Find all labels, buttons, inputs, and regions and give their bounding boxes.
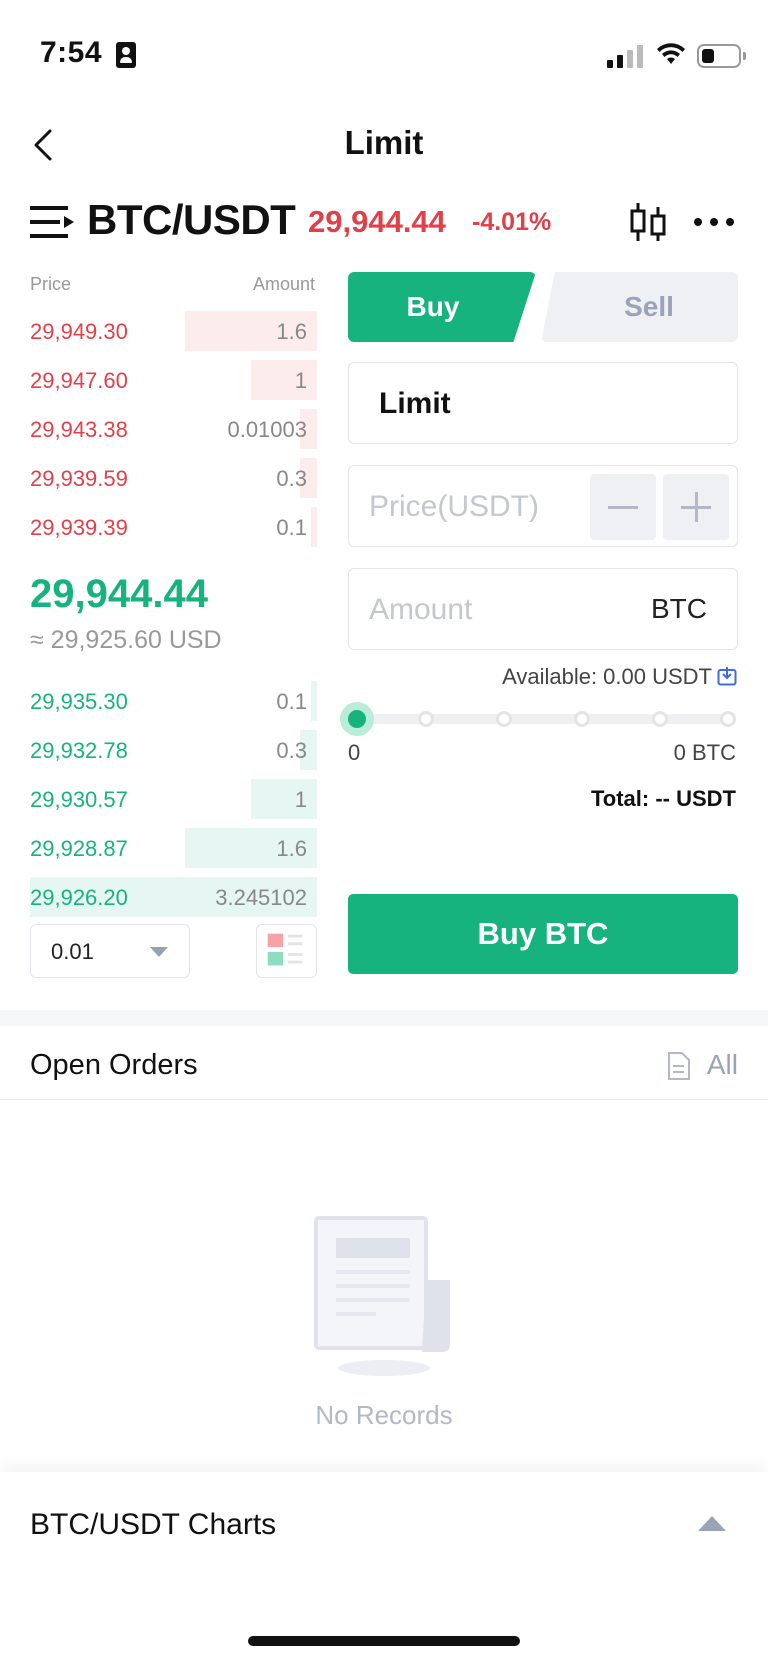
pair-change: -4.01% <box>472 208 552 236</box>
precision-value: 0.01 <box>51 939 94 964</box>
status-time: 7:54 <box>40 36 103 69</box>
charts-panel[interactable] <box>0 1472 768 1663</box>
slider-min-label: 0 <box>348 740 361 765</box>
buy-btc-button[interactable]: Buy BTC <box>348 894 738 974</box>
row-price: 29,930.57 <box>30 787 128 812</box>
price-decrement-button[interactable] <box>590 474 656 540</box>
row-price: 29,932.78 <box>30 738 128 763</box>
row-amount: 1 <box>294 787 307 812</box>
orderbook-amount-header: Amount <box>252 274 315 294</box>
pair-name[interactable]: BTC/USDT <box>87 196 296 244</box>
all-orders-link[interactable]: All <box>707 1049 738 1081</box>
slider-step-75[interactable] <box>574 711 590 727</box>
row-price: 29,949.30 <box>30 319 128 344</box>
slider-step-90[interactable] <box>652 711 668 727</box>
row-price: 29,939.59 <box>30 466 128 491</box>
row-amount: 0.1 <box>276 515 307 540</box>
row-price: 29,935.30 <box>30 689 128 714</box>
tab-sell-label[interactable]: Sell <box>560 272 738 342</box>
row-amount: 0.1 <box>276 689 307 714</box>
menu-icon[interactable] <box>30 204 76 240</box>
price-placeholder: Price(USDT) <box>369 490 539 523</box>
ask-row[interactable]: 29,939.59 0.3 <box>30 458 317 498</box>
ask-row[interactable]: 29,947.60 1 <box>30 360 317 400</box>
amount-field[interactable]: Amount BTC <box>348 568 738 650</box>
empty-state-text: No Records <box>315 1400 453 1430</box>
signal-icon <box>607 44 643 68</box>
row-price: 29,926.20 <box>30 885 128 910</box>
tab-buy-label[interactable]: Buy <box>348 272 518 342</box>
empty-records-illustration <box>314 1216 450 1376</box>
bid-row[interactable]: 29,932.78 0.3 <box>30 730 317 770</box>
candlestick-icon[interactable] <box>629 201 667 243</box>
ask-row[interactable]: 29,949.30 1.6 <box>30 311 317 351</box>
row-price: 29,947.60 <box>30 368 128 393</box>
slider-thumb[interactable] <box>348 710 366 728</box>
orderbook-price-header: Price <box>30 274 72 294</box>
depth-bar <box>251 779 317 819</box>
row-amount: 1.6 <box>276 836 307 861</box>
row-amount: 3.245102 <box>215 885 307 910</box>
bid-row[interactable]: 29,928.87 1.6 <box>30 828 317 868</box>
slider-max-label: 0 BTC <box>673 740 736 765</box>
amount-placeholder: Amount <box>369 593 473 626</box>
battery-icon <box>697 44 741 68</box>
document-icon[interactable] <box>667 1051 691 1081</box>
depth-bar <box>311 507 317 547</box>
pair-price: 29,944.44 <box>308 204 446 239</box>
row-price: 29,928.87 <box>30 836 128 861</box>
row-amount: 1 <box>294 368 307 393</box>
orderbook-layout-button[interactable] <box>256 924 317 978</box>
slider-step-100[interactable] <box>720 711 736 727</box>
slider-step-25[interactable] <box>418 711 434 727</box>
price-increment-button[interactable] <box>663 474 729 540</box>
status-bar: 7:54 <box>0 0 768 100</box>
home-indicator <box>248 1636 520 1646</box>
row-price: 29,939.39 <box>30 515 128 540</box>
charts-panel-label[interactable]: BTC/USDT Charts <box>30 1508 276 1542</box>
page-title: Limit <box>344 124 424 161</box>
order-type-value: Limit <box>379 387 451 420</box>
row-amount: 0.01003 <box>227 417 307 442</box>
order-type-select[interactable]: Limit <box>348 362 738 444</box>
open-orders-title: Open Orders <box>30 1049 198 1081</box>
wifi-icon <box>657 43 685 64</box>
row-amount: 0.3 <box>276 738 307 763</box>
contact-icon <box>116 42 136 68</box>
precision-select[interactable]: 0.01 <box>30 924 190 978</box>
ask-row[interactable]: 29,939.39 0.1 <box>30 507 317 547</box>
more-icon[interactable] <box>693 216 735 228</box>
price-field[interactable]: Price(USDT) <box>348 465 738 547</box>
bid-row[interactable]: 29,926.20 3.245102 <box>30 877 317 917</box>
depth-bar <box>311 681 317 721</box>
mid-price-usd: ≈ 29,925.60 USD <box>30 626 222 654</box>
ask-row[interactable]: 29,943.38 0.01003 <box>30 409 317 449</box>
amount-unit: BTC <box>651 593 707 624</box>
row-amount: 1.6 <box>276 319 307 344</box>
row-amount: 0.3 <box>276 466 307 491</box>
bid-row[interactable]: 29,935.30 0.1 <box>30 681 317 721</box>
bid-row[interactable]: 29,930.57 1 <box>30 779 317 819</box>
order-total: Total: -- USDT <box>590 786 736 811</box>
slider-step-50[interactable] <box>496 711 512 727</box>
chevron-down-icon <box>150 947 168 957</box>
transfer-icon[interactable] <box>717 666 737 686</box>
depth-bar <box>251 360 317 400</box>
chevron-up-icon[interactable] <box>698 1516 726 1531</box>
section-divider <box>0 1010 768 1026</box>
amount-slider[interactable] <box>356 714 736 724</box>
row-price: 29,943.38 <box>30 417 128 442</box>
mid-price: 29,944.44 <box>30 572 208 616</box>
available-balance: Available: 0.00 USDT <box>502 664 712 689</box>
